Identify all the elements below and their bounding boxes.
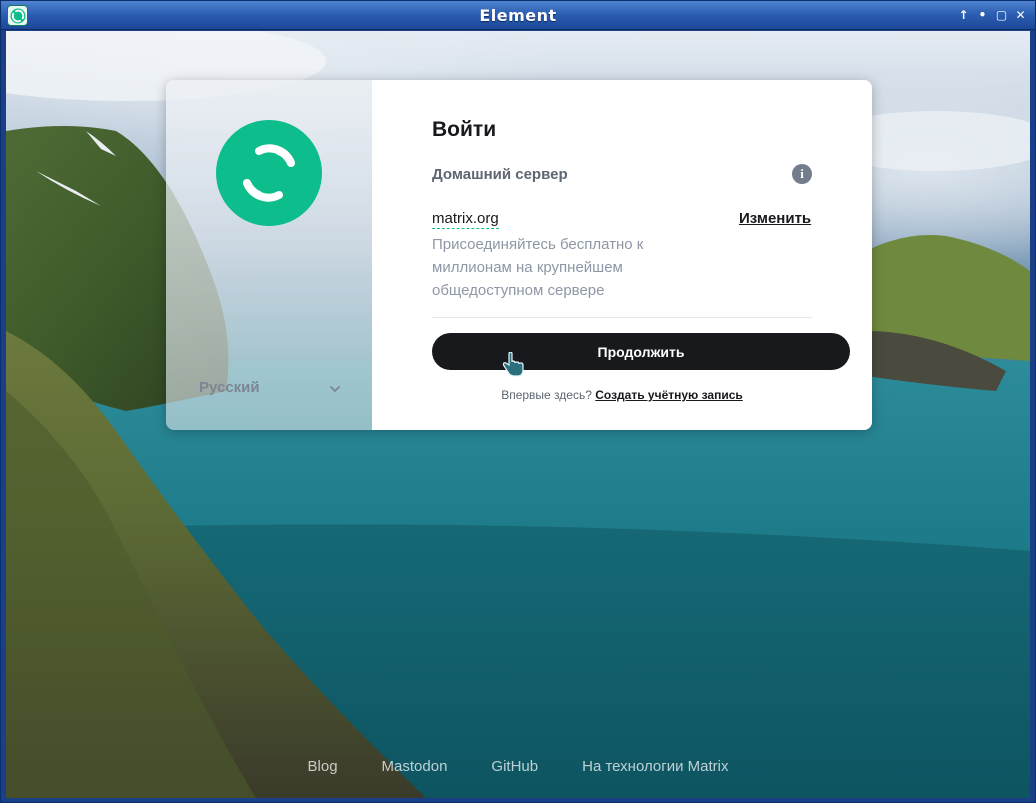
change-server-link[interactable]: Изменить xyxy=(739,209,811,228)
footer-link-github[interactable]: GitHub xyxy=(491,758,538,778)
homeserver-label: Домашний сервер xyxy=(432,166,568,183)
chevron-down-icon xyxy=(329,378,341,397)
info-icon[interactable]: i xyxy=(792,164,812,184)
window-title: Element xyxy=(479,6,557,25)
footer-link-blog[interactable]: Blog xyxy=(308,758,338,778)
divider xyxy=(432,317,812,318)
page-title: Войти xyxy=(432,118,497,141)
language-label: Русский xyxy=(199,378,260,396)
arrow-up-icon[interactable]: ↑ xyxy=(955,6,972,24)
footer-link-matrix[interactable]: На технологии Matrix xyxy=(582,758,728,778)
element-logo-icon xyxy=(216,120,322,226)
footer-links: Blog Mastodon GitHub На технологии Matri… xyxy=(6,758,1030,778)
footer-link-mastodon[interactable]: Mastodon xyxy=(382,758,448,778)
signup-prompt: Впервые здесь? Создать учётную запись xyxy=(432,388,812,402)
create-account-link[interactable]: Создать учётную запись xyxy=(595,388,743,402)
continue-button[interactable]: Продолжить xyxy=(432,333,850,370)
language-dropdown[interactable]: Русский xyxy=(199,376,341,398)
login-form-panel: Войти Домашний сервер i matrix.org Измен… xyxy=(372,80,872,430)
title-bar[interactable]: Element ↑ • ▢ ✕ xyxy=(1,1,1035,30)
brand-panel: Русский xyxy=(166,80,372,430)
server-description: Присоединяйтесь бесплатно к миллионам на… xyxy=(432,236,644,299)
server-name[interactable]: matrix.org xyxy=(432,209,499,229)
minimize-icon[interactable]: • xyxy=(974,6,991,24)
hand-pointer-icon xyxy=(500,351,526,384)
maximize-icon[interactable]: ▢ xyxy=(993,6,1010,24)
close-icon[interactable]: ✕ xyxy=(1012,6,1029,24)
new-here-text: Впервые здесь? xyxy=(501,388,592,402)
app-window: Element ↑ • ▢ ✕ Русский Войти Домашний с… xyxy=(0,0,1036,803)
app-content: Русский Войти Домашний сервер i matrix.o… xyxy=(6,31,1030,798)
